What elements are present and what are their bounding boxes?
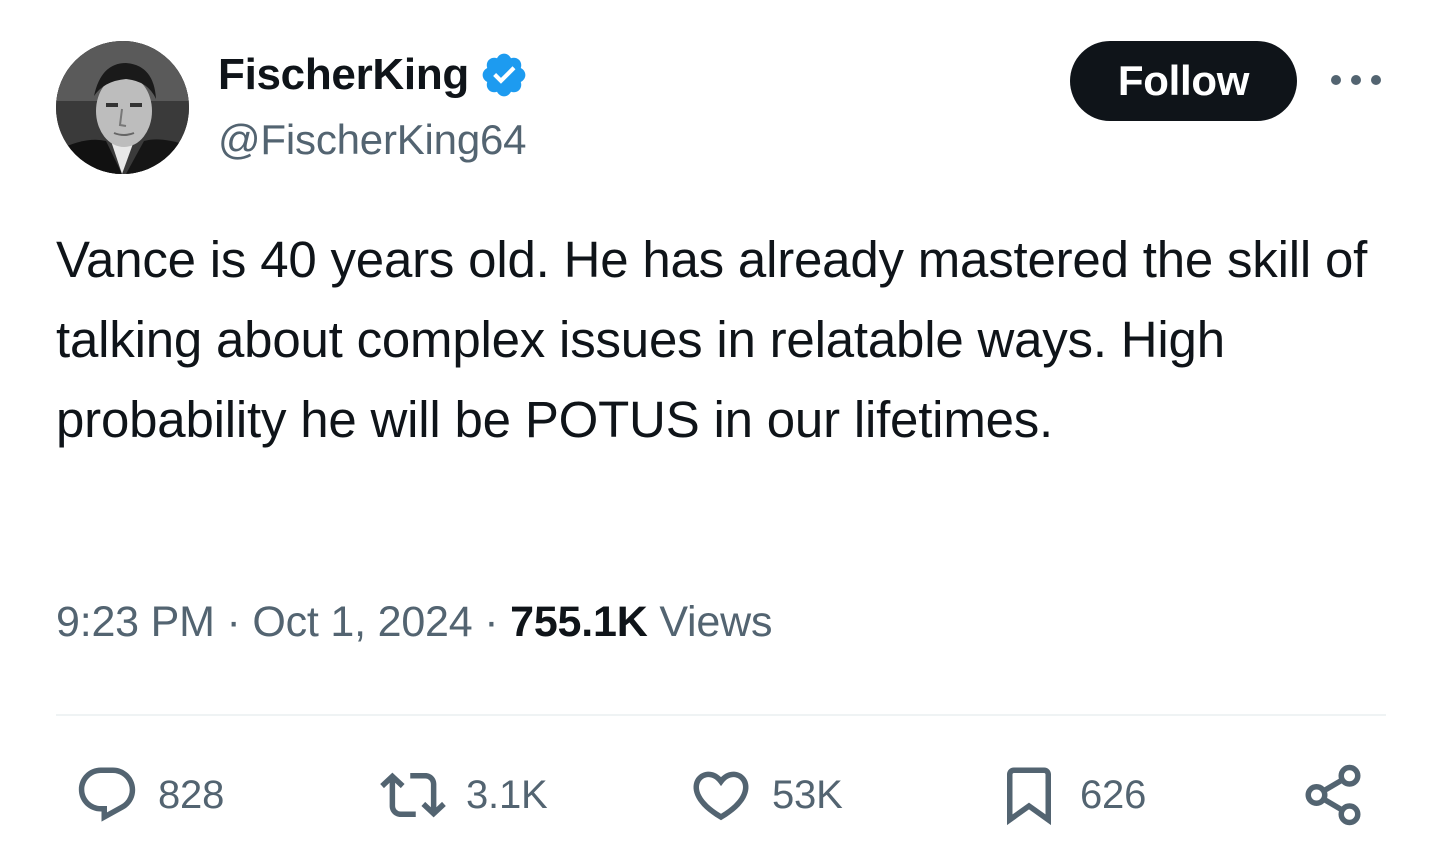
bookmark-button[interactable]: 626 bbox=[996, 760, 1146, 830]
divider bbox=[56, 714, 1386, 716]
tweet-time[interactable]: 9:23 PM bbox=[56, 598, 215, 646]
meta-separator: · bbox=[226, 598, 241, 646]
more-options-button[interactable] bbox=[1326, 62, 1386, 98]
views-label: Views bbox=[659, 598, 773, 646]
repost-icon bbox=[380, 772, 446, 818]
display-name[interactable]: FischerKing bbox=[218, 50, 469, 100]
reply-icon bbox=[78, 767, 136, 822]
tweet-card: FischerKing @FischerKing64 Follow Vance … bbox=[0, 0, 1440, 855]
reply-count: 828 bbox=[158, 772, 225, 817]
more-dots-icon bbox=[1331, 75, 1381, 85]
share-icon bbox=[1305, 764, 1361, 826]
bookmark-icon bbox=[1007, 767, 1051, 826]
meta-separator: · bbox=[484, 598, 499, 646]
heart-icon bbox=[693, 771, 749, 821]
bookmark-count: 626 bbox=[1080, 772, 1147, 817]
verified-badge-icon[interactable] bbox=[479, 50, 529, 100]
repost-button[interactable]: 3.1K bbox=[378, 760, 548, 830]
follow-button[interactable]: Follow bbox=[1070, 41, 1297, 121]
tweet-date[interactable]: Oct 1, 2024 bbox=[252, 598, 472, 646]
avatar-photo bbox=[56, 41, 189, 174]
like-button[interactable]: 53K bbox=[688, 760, 843, 830]
views-count[interactable]: 755.1K bbox=[510, 598, 648, 646]
tweet-meta: 9:23 PM · Oct 1, 2024 · 755.1K Views bbox=[56, 598, 772, 647]
reply-button[interactable]: 828 bbox=[74, 760, 224, 830]
user-handle[interactable]: @FischerKing64 bbox=[218, 116, 527, 164]
tweet-text: Vance is 40 years old. He has already ma… bbox=[56, 231, 1368, 448]
avatar[interactable] bbox=[56, 41, 189, 174]
name-row: FischerKing bbox=[218, 48, 529, 102]
share-button[interactable] bbox=[1300, 760, 1366, 830]
repost-count: 3.1K bbox=[466, 772, 548, 817]
like-count: 53K bbox=[772, 772, 843, 817]
